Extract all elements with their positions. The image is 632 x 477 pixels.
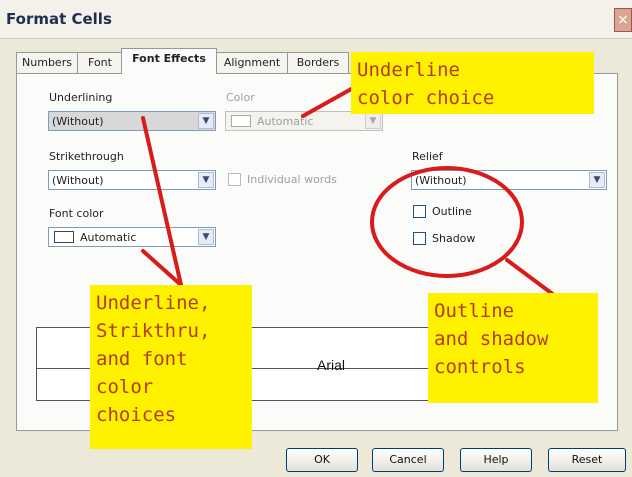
chevron-down-icon: ▼ [198,113,214,129]
outline-checkbox[interactable] [413,205,426,218]
annotation-underline-color: Underline color choice [351,52,594,114]
reset-button[interactable]: Reset [548,448,626,472]
tab-font-effects[interactable]: Font Effects [121,48,217,74]
title-bar[interactable]: Format Cells × [0,0,632,39]
underline-color-select[interactable]: Automatic ▼ [225,111,383,131]
underlining-value: (Without) [52,115,104,128]
color-label: Color [226,91,255,104]
ok-button[interactable]: OK [286,448,358,472]
relief-value: (Without) [415,174,467,187]
individual-words-checkbox[interactable] [228,173,241,186]
individual-words-label: Individual words [247,173,337,186]
chevron-down-icon: ▼ [198,229,214,245]
strikethrough-label: Strikethrough [49,150,124,163]
underlining-label: Underlining [49,91,113,104]
underlining-select[interactable]: (Without) ▼ [48,111,216,131]
font-color-label: Font color [49,207,104,220]
font-color-value: Automatic [80,231,137,244]
strikethrough-value: (Without) [52,174,104,187]
strikethrough-select[interactable]: (Without) ▼ [48,170,216,190]
chevron-down-icon: ▼ [365,113,381,129]
tab-borders[interactable]: Borders [287,52,349,73]
annotation-underline-strikethru: Underline, Strikthru, and font color cho… [90,285,252,449]
relief-select[interactable]: (Without) ▼ [411,170,607,190]
shadow-checkbox[interactable] [413,232,426,245]
close-icon[interactable]: × [614,8,632,32]
dialog-title: Format Cells [6,10,112,28]
tab-alignment[interactable]: Alignment [216,52,288,73]
tab-font[interactable]: Font [77,52,123,73]
chevron-down-icon: ▼ [198,172,214,188]
cancel-button[interactable]: Cancel [372,448,444,472]
chevron-down-icon: ▼ [589,172,605,188]
underline-color-value: Automatic [257,115,314,128]
annotation-outline-shadow: Outline and shadow controls [428,293,598,403]
tab-numbers[interactable]: Numbers [16,52,78,73]
relief-label: Relief [412,150,443,163]
color-swatch-icon [231,115,251,127]
color-swatch-icon [54,231,74,243]
help-button[interactable]: Help [460,448,532,472]
shadow-label: Shadow [432,232,476,245]
font-color-select[interactable]: Automatic ▼ [48,227,216,247]
outline-label: Outline [432,205,472,218]
preview-text: Arial [317,357,346,373]
